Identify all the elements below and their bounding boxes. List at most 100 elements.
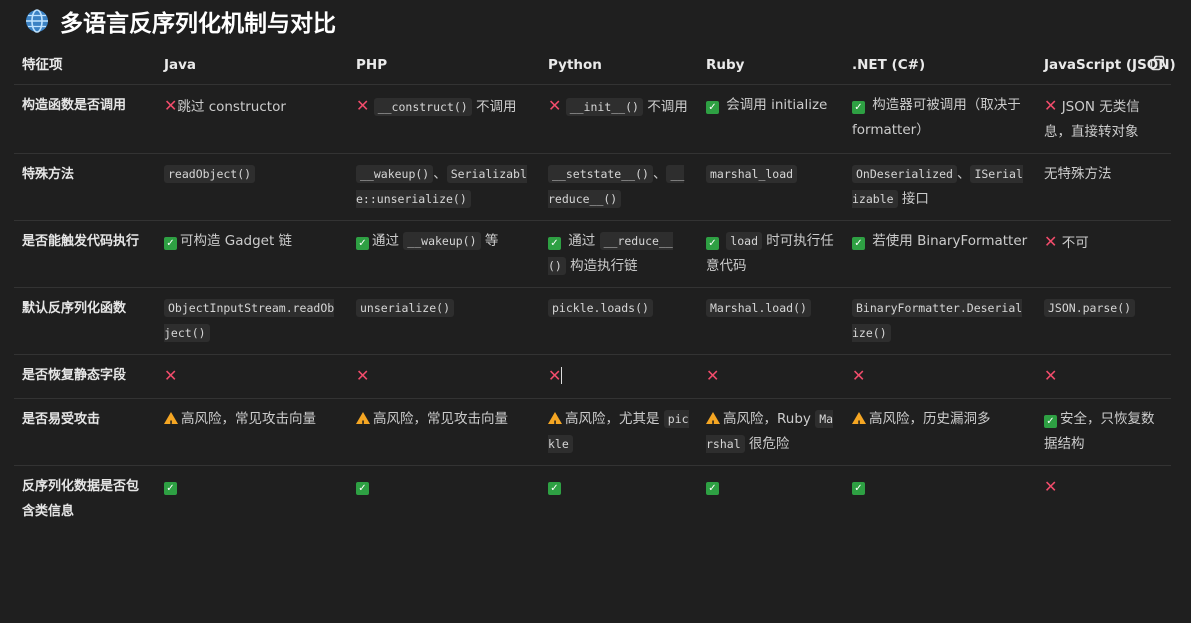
cell-text: 构造执行链 xyxy=(565,258,638,274)
text-cursor xyxy=(561,367,563,384)
cell-text: 接口 xyxy=(897,191,929,207)
header-java: Java xyxy=(164,56,197,73)
check-icon: ✓ xyxy=(852,101,865,114)
cell-text: 高风险，历史漏洞多 xyxy=(869,411,991,427)
table-row: 是否易受攻击 高风险，常见攻击向量 高风险，常见攻击向量 高风险，尤其是 pickle… xyxy=(14,398,1171,466)
cell-dotnet: BinaryFormatter.Deserialize() xyxy=(844,287,1036,355)
cell-text: 、 xyxy=(652,166,667,182)
cell-javascript: ✕ 不可 xyxy=(1036,220,1171,288)
cell-php: ✕ xyxy=(348,354,540,399)
header-feature: 特征项 xyxy=(22,56,63,73)
warning-icon xyxy=(548,412,562,438)
cell-text: 安全，只恢复数据结构 xyxy=(1044,411,1155,452)
cell-php: unserialize() xyxy=(348,287,540,355)
cell-text: 通过 xyxy=(564,233,600,249)
cell-javascript: ✕ JSON 无类信息，直接转对象 xyxy=(1036,84,1171,154)
cell-text: 很危险 xyxy=(744,436,790,452)
inline-code: pickle.loads() xyxy=(548,299,653,317)
feature-cell: 是否恢复静态字段 xyxy=(14,354,156,399)
cell-python: ✓ xyxy=(540,465,698,532)
header-php: PHP xyxy=(356,56,388,73)
cell-text: 可构造 Gadget 链 xyxy=(180,233,293,249)
cell-text: JSON 无类信息，直接转对象 xyxy=(1044,99,1140,140)
cell-java: readObject() xyxy=(156,153,348,221)
feature-cell: 构造函数是否调用 xyxy=(14,84,156,154)
cell-java: 高风险，常见攻击向量 xyxy=(156,398,348,466)
table-row: 构造函数是否调用 ✕跳过 constructor ✕ __construct() 不… xyxy=(14,84,1171,154)
check-icon: ✓ xyxy=(356,482,369,495)
cross-icon: ✕ xyxy=(1044,96,1058,115)
inline-code: __construct() xyxy=(373,98,472,116)
header-ruby: Ruby xyxy=(706,56,745,73)
table-body: 构造函数是否调用 ✕跳过 constructor ✕ __construct() 不… xyxy=(14,84,1171,532)
inline-code: BinaryFormatter.Deserialize() xyxy=(852,299,1023,342)
cross-icon: ✕ xyxy=(548,366,562,385)
cross-icon: ✕ xyxy=(852,366,866,385)
cell-java: ✓ xyxy=(156,465,348,532)
cell-text: 高风险，尤其是 xyxy=(565,411,664,427)
cross-icon: ✕ xyxy=(164,366,178,385)
inline-code: OnDeserialized xyxy=(852,165,957,183)
check-icon: ✓ xyxy=(548,237,561,250)
check-icon: ✓ xyxy=(852,237,865,250)
check-icon: ✓ xyxy=(164,237,177,250)
check-icon: ✓ xyxy=(706,101,719,114)
warning-icon xyxy=(852,412,866,438)
page-title-bar: 多语言反序列化机制与对比 xyxy=(24,6,336,37)
cross-icon: ✕ xyxy=(548,96,562,115)
cell-ruby: ✕ xyxy=(698,354,844,399)
feature-cell: 特殊方法 xyxy=(14,153,156,221)
cell-php: ✓ xyxy=(348,465,540,532)
cell-text: 等 xyxy=(480,233,499,249)
cell-java: ObjectInputStream.readObject() xyxy=(156,287,348,355)
warning-icon xyxy=(164,412,178,438)
inline-code: __wakeup() xyxy=(403,232,481,250)
cell-ruby: ✓ xyxy=(698,465,844,532)
inline-code: ObjectInputStream.readObject() xyxy=(164,299,335,342)
table-row: 默认反序列化函数 ObjectInputStream.readObject() un… xyxy=(14,287,1171,355)
cell-javascript: ✕ xyxy=(1036,465,1171,532)
warning-icon xyxy=(706,412,720,438)
inline-code: unserialize() xyxy=(356,299,455,317)
warning-icon xyxy=(356,412,370,438)
table-header-row: 特征项 Java PHP Python Ruby .NET (C#) JavaS… xyxy=(14,46,1176,85)
cell-php: ✕ __construct() 不调用 xyxy=(348,84,540,154)
comparison-table: 特征项 Java PHP Python Ruby .NET (C#) JavaS… xyxy=(14,46,1176,532)
inline-code: Marshal.load() xyxy=(706,299,811,317)
cell-text: 通过 xyxy=(372,233,404,249)
check-icon: ✓ xyxy=(548,482,561,495)
cell-text: 不可 xyxy=(1057,235,1089,251)
check-icon: ✓ xyxy=(164,482,177,495)
globe-icon xyxy=(26,9,48,33)
table-row: 反序列化数据是否包含类信息 ✓ ✓ ✓ ✓ ✓ ✕ xyxy=(14,465,1171,532)
cell-javascript: JSON.parse() xyxy=(1036,287,1171,355)
cross-icon: ✕ xyxy=(356,366,370,385)
inline-code: readObject() xyxy=(164,165,256,183)
cell-ruby: marshal_load xyxy=(698,153,844,221)
cell-javascript: 无特殊方法 xyxy=(1036,153,1171,221)
feature-cell: 反序列化数据是否包含类信息 xyxy=(14,465,156,532)
cell-text: 高风险，常见攻击向量 xyxy=(181,411,316,427)
cell-text: 高风险，Ruby xyxy=(723,411,816,427)
cell-javascript: ✕ xyxy=(1036,354,1171,399)
check-icon: ✓ xyxy=(706,237,719,250)
inline-code: JSON.parse() xyxy=(1044,299,1136,317)
cell-text: 、 xyxy=(433,166,447,182)
cell-python: ✓ 通过 __reduce__() 构造执行链 xyxy=(540,220,698,288)
cell-ruby: ✓ 会调用 initialize xyxy=(698,84,844,154)
cell-text: 无特殊方法 xyxy=(1044,166,1112,182)
cross-icon: ✕ xyxy=(356,96,370,115)
cell-dotnet: ✓ xyxy=(844,465,1036,532)
check-icon: ✓ xyxy=(356,237,369,250)
cross-icon: ✕ xyxy=(164,96,178,115)
feature-cell: 是否易受攻击 xyxy=(14,398,156,466)
page-title: 多语言反序列化机制与对比 xyxy=(60,11,336,37)
check-icon: ✓ xyxy=(852,482,865,495)
cell-python: ✕ __init__() 不调用 xyxy=(540,84,698,154)
cell-dotnet: ✕ xyxy=(844,354,1036,399)
cell-text: 构造器可被调用（取决于 formatter） xyxy=(852,97,1021,138)
check-icon: ✓ xyxy=(1044,415,1057,428)
cell-java: ✓ 可构造 Gadget 链 xyxy=(156,220,348,288)
cell-php: ✓ 通过 __wakeup() 等 xyxy=(348,220,540,288)
header-dotnet: .NET (C#) xyxy=(852,56,926,73)
